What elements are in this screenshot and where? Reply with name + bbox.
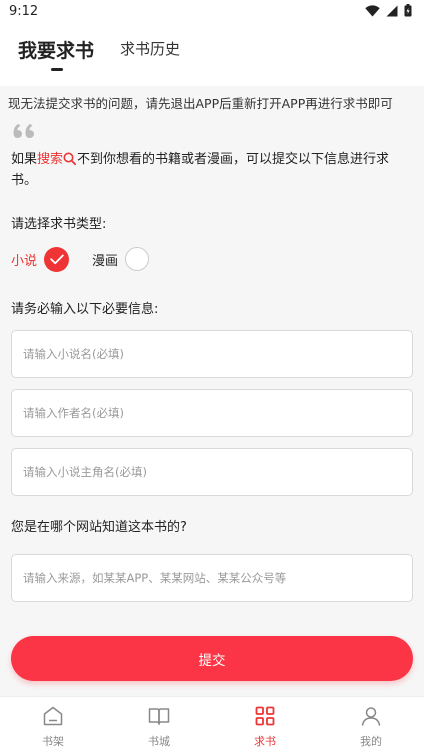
nav-label-bookshelf: 书架 <box>42 735 64 748</box>
novel-name-field <box>11 330 413 378</box>
person-icon <box>361 707 381 726</box>
source-input[interactable] <box>12 555 412 601</box>
battery-icon <box>404 4 412 17</box>
grid-icon <box>255 706 275 726</box>
author-name-input[interactable] <box>12 390 412 436</box>
status-icons <box>365 4 412 17</box>
source-field <box>11 554 413 602</box>
author-name-field <box>11 389 413 437</box>
unchecked-radio-icon[interactable] <box>125 247 150 271</box>
status-time: 9:12 <box>9 4 39 19</box>
checked-radio-icon[interactable] <box>44 246 70 272</box>
type-label: 请选择求书类型: <box>11 217 107 232</box>
protagonist-name-input[interactable] <box>12 449 412 495</box>
type-selector: 小说 漫画 <box>11 246 150 272</box>
tab-bar: 我要求书 求书历史 <box>0 24 424 76</box>
wifi-icon <box>365 4 380 16</box>
request-form: 现无法提交求书的问题，请先退出APP后重新打开APP再进行求书即可 如果搜索 不到… <box>0 86 424 696</box>
nav-item-bookstore[interactable]: 书城 <box>106 697 212 755</box>
checkmark-icon <box>49 254 64 264</box>
type-option-novel-label: 小说 <box>11 253 38 269</box>
intro-search-word: 搜索 <box>37 152 64 167</box>
tab-request-history[interactable]: 求书历史 <box>120 38 180 59</box>
protagonist-name-field <box>11 448 413 496</box>
nav-label-bookstore: 书城 <box>148 735 170 748</box>
book-icon <box>148 708 170 725</box>
nav-item-request[interactable]: 求书 <box>212 697 318 755</box>
nav-label-request: 求书 <box>254 735 276 748</box>
type-option-comic[interactable]: 漫画 <box>92 247 150 271</box>
type-option-novel[interactable]: 小说 <box>11 246 70 272</box>
intro-text: 如果搜索 不到你想看的书籍或者漫画，可以提交以下信息进行求书。 <box>11 149 411 191</box>
required-info-label: 请务必输入以下必要信息: <box>11 302 159 317</box>
bottom-nav: 书架 书城 求书 我的 <box>0 696 424 754</box>
nav-item-bookshelf[interactable]: 书架 <box>0 697 106 755</box>
signal-icon <box>386 5 398 16</box>
notice-marquee: 现无法提交求书的问题，请先退出APP后重新打开APP再进行求书即可 <box>8 96 393 111</box>
search-icon <box>63 152 77 165</box>
novel-name-input[interactable] <box>12 331 412 377</box>
source-label: 您是在哪个网站知道这本书的? <box>11 520 187 535</box>
nav-item-mine[interactable]: 我的 <box>318 697 424 755</box>
status-bar: 9:12 <box>0 0 424 24</box>
tab-request-book[interactable]: 我要求书 <box>18 36 94 63</box>
bookshelf-icon <box>43 706 63 726</box>
submit-button[interactable]: 提交 <box>11 636 413 681</box>
quote-icon <box>13 124 34 138</box>
intro-before: 如果 <box>11 152 38 167</box>
tab-indicator <box>51 68 63 71</box>
type-option-comic-label: 漫画 <box>92 253 119 269</box>
nav-label-mine: 我的 <box>360 735 382 748</box>
